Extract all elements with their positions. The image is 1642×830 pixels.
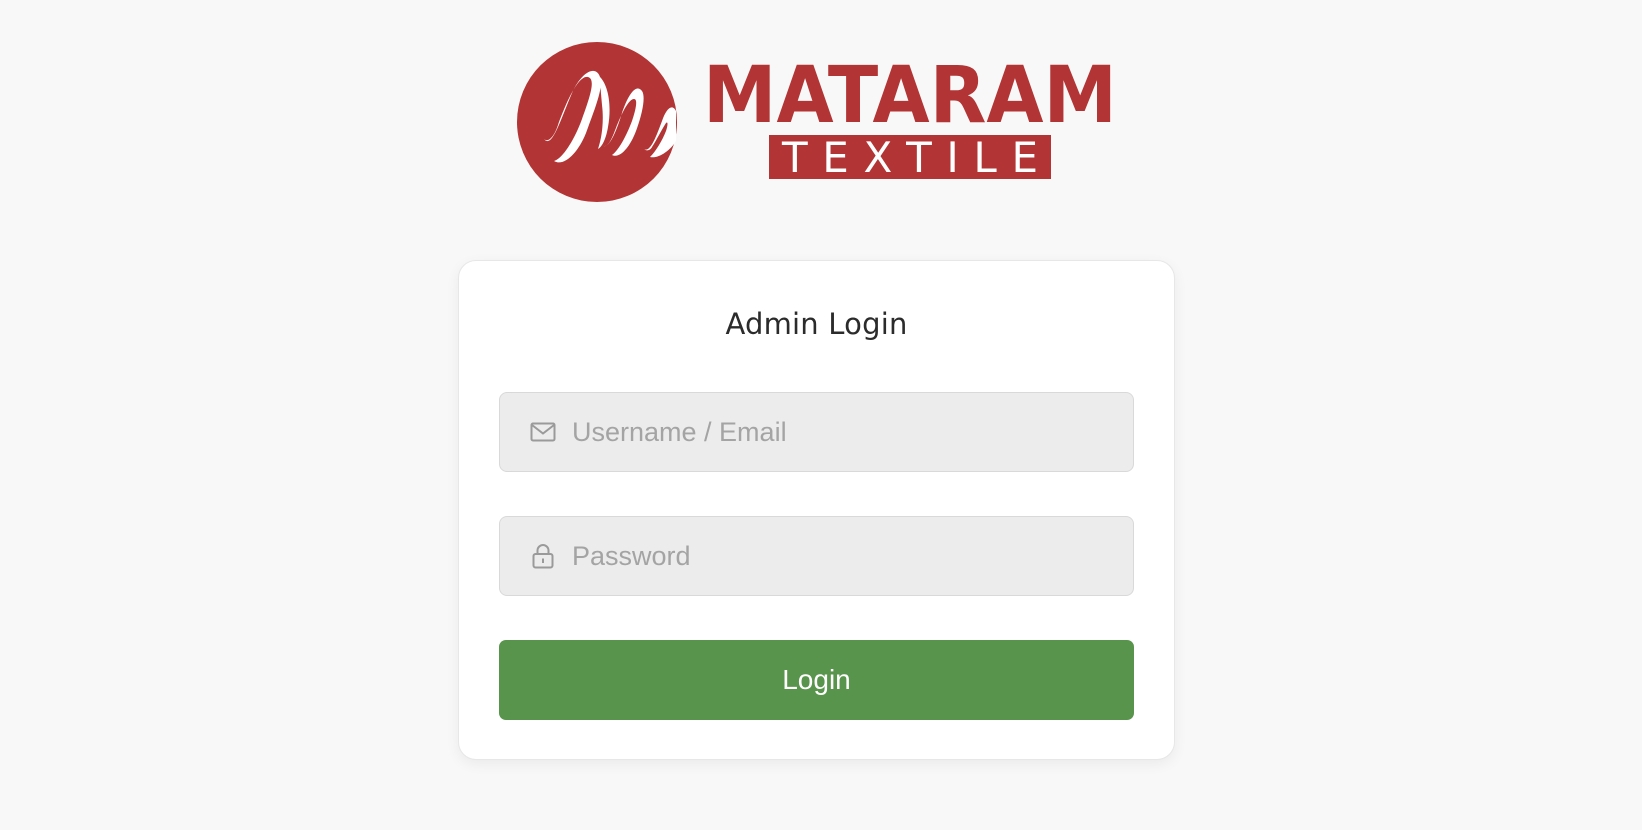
login-page: MATARAM TEXTILE Admin Login Username / E… <box>0 0 1642 830</box>
brand-name: MATARAM <box>703 51 1117 141</box>
password-field[interactable] <box>499 516 1134 596</box>
page-title: Admin Login <box>725 307 908 341</box>
password-input[interactable] <box>572 526 1112 586</box>
login-card: Admin Login Login <box>458 260 1175 760</box>
login-button[interactable]: Login <box>499 640 1134 720</box>
envelope-icon <box>530 419 556 445</box>
lock-icon <box>530 543 556 569</box>
username-input[interactable] <box>572 402 1112 462</box>
mataram-textile-logo: MATARAM TEXTILE <box>516 41 1120 203</box>
username-field[interactable] <box>499 392 1134 472</box>
